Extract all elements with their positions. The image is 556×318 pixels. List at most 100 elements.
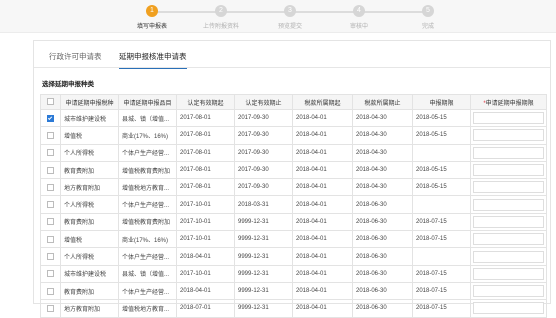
cell-valid-to: 2018-03-31 bbox=[234, 195, 293, 214]
cell-period-from: 2018-04-01 bbox=[292, 178, 353, 197]
section-title: 选择延期申报种类 bbox=[42, 81, 94, 88]
row-checkbox[interactable] bbox=[47, 183, 54, 191]
row-checkbox[interactable] bbox=[47, 304, 54, 312]
step-3: 3 预览提交 bbox=[250, 5, 330, 30]
requested-deadline-input[interactable] bbox=[473, 285, 544, 298]
cell-valid-to: 2017-09-30 bbox=[234, 160, 293, 180]
cell-tax-item: 商业(17%、16%) bbox=[118, 126, 177, 145]
requested-deadline-input[interactable] bbox=[473, 233, 544, 246]
cell-valid-from: 2017-10-01 bbox=[176, 230, 235, 249]
table-row[interactable]: 个人所得税 个体户生产经营... 2017-08-01 2017-09-30 2018-… bbox=[40, 143, 547, 162]
row-checkbox[interactable] bbox=[47, 149, 54, 157]
cell-tax-type: 地方教育附加 bbox=[60, 299, 119, 318]
cell-valid-from: 2018-04-01 bbox=[176, 281, 235, 301]
cell-period-to: 2018-04-30 bbox=[352, 126, 413, 145]
requested-deadline-input[interactable] bbox=[473, 267, 544, 280]
requested-deadline-input[interactable] bbox=[473, 181, 544, 194]
tab-admin-permit[interactable]: 行政许可申请表 bbox=[49, 51, 102, 67]
cell-valid-to: 9999-12-31 bbox=[234, 230, 293, 249]
deferral-table-wrap: 申请延期申报税种 申请延期申报品目 认定有效期起 认定有效期止 税款所属期起 税… bbox=[40, 94, 547, 318]
cell-tax-type: 增值税 bbox=[60, 126, 119, 145]
cell-valid-to: 2017-09-30 bbox=[234, 143, 293, 162]
cell-period-from: 2018-04-01 bbox=[292, 230, 353, 249]
cell-deadline bbox=[412, 195, 471, 214]
row-select-cell bbox=[40, 212, 61, 232]
header-requested-deadline: *申请延期申报期限 bbox=[470, 94, 547, 110]
cell-period-from: 2018-04-01 bbox=[292, 299, 353, 318]
cell-tax-item: 商业(17%、16%) bbox=[118, 230, 177, 249]
table-row[interactable]: 增值税 商业(17%、16%) 2017-08-01 2017-09-30 2018-0… bbox=[40, 126, 547, 145]
row-checkbox[interactable] bbox=[47, 270, 54, 278]
table-row[interactable]: 城市维护建设税 县城、镇（增值... 2017-10-01 9999-12-31 201… bbox=[40, 264, 547, 283]
header-tax-type: 申请延期申报税种 bbox=[60, 94, 119, 110]
cell-deadline: 2018-05-15 bbox=[412, 178, 471, 197]
row-select-cell bbox=[40, 247, 61, 266]
cell-period-to: 2018-06-30 bbox=[352, 281, 413, 301]
row-select-cell bbox=[40, 281, 61, 301]
table-row[interactable]: 地方教育附加 增值税地方教育... 2018-07-01 9999-12-31 2018… bbox=[40, 299, 547, 318]
cell-valid-from: 2017-08-01 bbox=[176, 143, 235, 162]
row-checkbox[interactable] bbox=[47, 114, 54, 122]
row-checkbox[interactable] bbox=[47, 201, 54, 209]
row-checkbox[interactable] bbox=[47, 287, 54, 295]
table-row[interactable]: 增值税 商业(17%、16%) 2017-10-01 9999-12-31 2018-0… bbox=[40, 230, 547, 249]
cell-period-to: 2018-06-30 bbox=[352, 212, 413, 232]
requested-deadline-input[interactable] bbox=[473, 129, 544, 142]
row-select-cell bbox=[40, 126, 61, 145]
row-select-cell bbox=[40, 264, 61, 283]
cell-valid-from: 2017-10-01 bbox=[176, 212, 235, 232]
select-all-checkbox[interactable] bbox=[47, 98, 54, 106]
row-checkbox[interactable] bbox=[47, 166, 54, 174]
cell-valid-from: 2017-08-01 bbox=[176, 108, 235, 128]
step-5: 5 完成 bbox=[388, 5, 468, 30]
row-checkbox[interactable] bbox=[47, 131, 54, 139]
cell-valid-from: 2017-08-01 bbox=[176, 126, 235, 145]
row-checkbox[interactable] bbox=[47, 235, 54, 243]
cell-requested-deadline bbox=[470, 195, 547, 214]
cell-valid-from: 2017-10-01 bbox=[176, 264, 235, 283]
table-row[interactable]: 教育费附加 增值税教育费附加 2017-08-01 2017-09-30 2018-04… bbox=[40, 160, 547, 180]
cell-period-from: 2018-04-01 bbox=[292, 126, 353, 145]
row-checkbox[interactable] bbox=[47, 218, 54, 226]
cell-period-to: 2018-06-30 bbox=[352, 230, 413, 249]
requested-deadline-input[interactable] bbox=[473, 146, 544, 159]
table-row[interactable]: 教育费附加 增值税教育费附加 2017-10-01 9999-12-31 2018-04… bbox=[40, 212, 547, 232]
cell-deadline: 2018-07-15 bbox=[412, 212, 471, 232]
requested-deadline-input[interactable] bbox=[473, 250, 544, 263]
cell-deadline: 2018-05-15 bbox=[412, 160, 471, 180]
table-row[interactable]: 个人所得税 个体户生产经营... 2017-10-01 2018-03-31 2018-… bbox=[40, 195, 547, 214]
requested-deadline-input[interactable] bbox=[473, 302, 544, 315]
row-checkbox[interactable] bbox=[47, 252, 54, 260]
step-4: 4 审核中 bbox=[319, 5, 399, 30]
table-row[interactable]: 个人所得税 个体户生产经营... 2018-04-01 9999-12-31 2018-… bbox=[40, 247, 547, 266]
header-tax-item: 申请延期申报品目 bbox=[118, 94, 177, 110]
cell-period-from: 2018-04-01 bbox=[292, 212, 353, 232]
requested-deadline-input[interactable] bbox=[473, 198, 544, 211]
cell-tax-item: 增值税教育费附加 bbox=[118, 160, 177, 180]
step-4-label: 审核中 bbox=[349, 24, 368, 30]
requested-deadline-input[interactable] bbox=[473, 215, 544, 228]
steps-bar: 1 填写申报表 2 上传附报资料 3 预览提交 4 审核中 5 完成 bbox=[0, 0, 556, 33]
table-row[interactable]: 教育费附加 个体户生产经营... 2018-04-01 9999-12-31 2018-… bbox=[40, 281, 547, 301]
cell-requested-deadline bbox=[470, 281, 547, 301]
select-all-cell bbox=[40, 94, 61, 110]
cell-period-to: 2018-06-30 bbox=[352, 195, 413, 214]
cell-deadline: 2018-07-15 bbox=[412, 281, 471, 301]
cell-period-to: 2018-06-30 bbox=[352, 247, 413, 266]
cell-valid-from: 2017-08-01 bbox=[176, 178, 235, 197]
cell-valid-to: 2017-09-30 bbox=[234, 178, 293, 197]
cell-period-to: 2018-06-30 bbox=[352, 264, 413, 283]
cell-requested-deadline bbox=[470, 230, 547, 249]
requested-deadline-input[interactable] bbox=[473, 164, 544, 177]
cell-tax-item: 个体户生产经营... bbox=[118, 247, 177, 266]
table-row[interactable]: 城市维护建设税 县城、镇（增值... 2017-08-01 2017-09-30 201… bbox=[40, 108, 547, 128]
cell-tax-item: 县城、镇（增值... bbox=[118, 108, 177, 128]
cell-period-to: 2018-04-30 bbox=[352, 160, 413, 180]
cell-requested-deadline bbox=[470, 160, 547, 180]
table-row[interactable]: 地方教育附加 增值税地方教育... 2017-08-01 2017-09-30 2018… bbox=[40, 178, 547, 197]
step-2-number: 2 bbox=[215, 5, 227, 17]
cell-tax-type: 个人所得税 bbox=[60, 247, 119, 266]
step-5-label: 完成 bbox=[421, 24, 434, 30]
requested-deadline-input[interactable] bbox=[473, 112, 544, 125]
cell-tax-type: 地方教育附加 bbox=[60, 178, 119, 197]
